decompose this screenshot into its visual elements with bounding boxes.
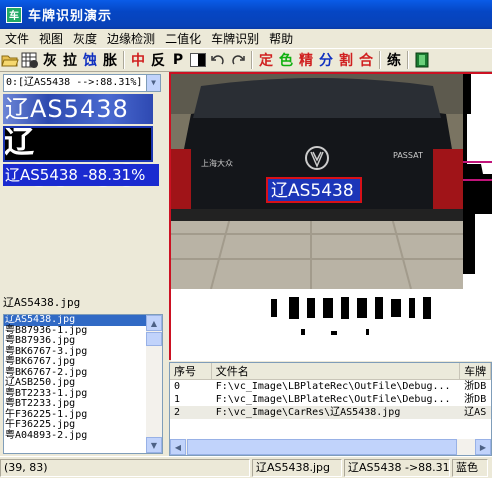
status-file: 辽AS5438.jpg — [252, 458, 342, 477]
toolbar-separator — [251, 51, 253, 69]
merge-button[interactable]: 合 — [357, 50, 375, 70]
half-black-icon — [190, 53, 206, 67]
open-folder-button[interactable] — [1, 50, 19, 70]
redo-button[interactable] — [229, 50, 247, 70]
split-button[interactable]: 分 — [317, 50, 335, 70]
list-item[interactable]: 粤A04893-2.jpg — [4, 430, 146, 442]
folder-open-icon — [1, 55, 19, 67]
table-scrollbar[interactable]: ◀ ▶ — [170, 439, 491, 455]
list-item[interactable]: 辽ASB250.jpg — [4, 377, 146, 389]
status-plate-color: 蓝色 — [452, 458, 488, 477]
window-title: 车牌识别演示 — [28, 9, 113, 24]
menu-binarize[interactable]: 二值化 — [160, 30, 206, 47]
scroll-right-icon[interactable]: ▶ — [475, 439, 491, 455]
grid-image-icon — [21, 52, 38, 68]
toolbar-separator — [407, 51, 409, 69]
table-row[interactable]: 2 F:\vc_Image\CarRes\辽AS5438.jpg 辽AS — [170, 406, 491, 419]
plate-text: 辽AS5438 — [271, 181, 354, 201]
scroll-down-icon[interactable]: ▼ — [146, 437, 162, 453]
results-table: 序号 文件名 车牌 0 F:\vc_Image\LBPlateRec\OutFi… — [169, 362, 492, 456]
menu-help[interactable]: 帮助 — [264, 30, 298, 47]
train-button[interactable]: 练 — [385, 50, 403, 70]
cell-index: 1 — [174, 394, 181, 405]
current-file-label: 辽AS5438.jpg — [3, 296, 81, 309]
undo-button[interactable] — [209, 50, 227, 70]
binary-profile — [463, 74, 492, 289]
cell-plate: 浙DB — [464, 394, 487, 405]
table-row[interactable]: 1 F:\vc_Image\LBPlateRec\OutFile\Debug..… — [170, 393, 491, 406]
table-header: 序号 文件名 车牌 — [170, 363, 491, 380]
menu-plate-recognize[interactable]: 车牌识别 — [206, 30, 264, 47]
app-icon: 车 — [6, 6, 22, 23]
median-button[interactable]: 中 — [129, 50, 147, 70]
black-white-button[interactable] — [189, 50, 207, 70]
toolbar-separator — [123, 51, 125, 69]
list-item[interactable]: 粤BT2233.jpg — [4, 398, 146, 410]
cell-index: 2 — [174, 407, 181, 418]
title-bar[interactable]: 车 车牌识别演示 — [0, 0, 492, 29]
erode-button[interactable]: 蚀 — [81, 50, 99, 70]
menu-edge-detect[interactable]: 边缘检测 — [102, 30, 160, 47]
menu-grayscale[interactable]: 灰度 — [68, 30, 102, 47]
list-item[interactable]: 午F36225.jpg — [4, 419, 146, 431]
column-header-plate[interactable]: 车牌 — [460, 363, 491, 379]
car-model: PASSAT — [393, 151, 423, 160]
cell-filename: F:\vc_Image\CarRes\辽AS5438.jpg — [215, 407, 401, 418]
invert-button[interactable]: 反 — [149, 50, 167, 70]
toolbar: 灰 拉 蚀 胀 中 反 P 定 色 精 分 割 合 练 — [0, 48, 492, 72]
scroll-thumb[interactable] — [146, 332, 162, 346]
cell-filename: F:\vc_Image\LBPlateRec\OutFile\Debug... — [215, 394, 451, 405]
result-combo[interactable]: 0:[辽AS5438 -->:88.31%] ▼ — [3, 74, 161, 92]
menu-view[interactable]: 视图 — [34, 30, 68, 47]
scroll-left-icon[interactable]: ◀ — [170, 439, 186, 455]
gray-button[interactable]: 灰 — [41, 50, 59, 70]
column-header-filename[interactable]: 文件名 — [212, 363, 461, 379]
left-panel: 0:[辽AS5438 -->:88.31%] ▼ 辽AS5438 辽AS5438… — [0, 72, 166, 456]
file-list[interactable]: 辽AS5438.jpg 粤B87936-1.jpg 粤B87936.jpg 粤B… — [3, 314, 163, 454]
car-badge: 上海大众 — [201, 158, 233, 168]
scroll-up-icon[interactable]: ▲ — [146, 315, 162, 331]
car-photo: 上海大众 PASSAT 辽AS5438 — [171, 74, 463, 289]
vertical-projection — [171, 289, 492, 361]
cell-index: 0 — [174, 381, 181, 392]
file-list-scrollbar[interactable]: ▲ ▼ — [146, 315, 162, 453]
result-combo-value: 0:[辽AS5438 -->:88.31%] — [6, 77, 143, 88]
refine-button[interactable]: 精 — [297, 50, 315, 70]
plate-binary-image: 辽AS5438 — [3, 126, 153, 194]
locate-button[interactable]: 定 — [257, 50, 275, 70]
redo-icon — [232, 55, 245, 65]
cell-filename: F:\vc_Image\LBPlateRec\OutFile\Debug... — [215, 381, 451, 392]
color-button[interactable]: 色 — [277, 50, 295, 70]
list-item[interactable]: 粤B87936.jpg — [4, 335, 146, 347]
plate-gray-image: 辽AS5438 — [3, 94, 153, 124]
p-button[interactable]: P — [169, 50, 187, 70]
list-item[interactable]: 辽AS5438.jpg — [4, 315, 146, 326]
undo-icon — [211, 55, 224, 65]
status-result: 辽AS5438 ->88.31% — [344, 458, 450, 477]
cell-plate: 浙DB — [464, 381, 487, 392]
status-coords: (39, 83) — [0, 458, 250, 477]
stretch-button[interactable]: 拉 — [61, 50, 79, 70]
cell-plate: 辽AS — [464, 407, 487, 418]
scroll-thumb[interactable] — [187, 439, 457, 455]
exit-door-icon — [415, 52, 429, 68]
recognition-result: 辽AS5438 -88.31% — [3, 164, 159, 186]
table-row[interactable]: 0 F:\vc_Image\LBPlateRec\OutFile\Debug..… — [170, 380, 491, 393]
app-window: 车 车牌识别演示 文件 视图 灰度 边缘检测 二值化 车牌识别 帮助 灰 拉 蚀… — [0, 0, 492, 478]
exit-button[interactable] — [413, 50, 431, 70]
status-bar: (39, 83) 辽AS5438.jpg 辽AS5438 ->88.31% 蓝色 — [0, 456, 492, 478]
dilate-button[interactable]: 胀 — [101, 50, 119, 70]
process-button[interactable] — [21, 50, 39, 70]
list-item[interactable]: 粤BK6767.jpg — [4, 356, 146, 368]
menu-bar: 文件 视图 灰度 边缘检测 二值化 车牌识别 帮助 — [0, 29, 492, 48]
toolbar-separator — [379, 51, 381, 69]
image-view: 上海大众 PASSAT 辽AS5438 — [169, 72, 492, 361]
column-header-index[interactable]: 序号 — [170, 363, 212, 379]
cut-button[interactable]: 割 — [337, 50, 355, 70]
chevron-down-icon[interactable]: ▼ — [146, 75, 160, 91]
menu-file[interactable]: 文件 — [0, 30, 34, 47]
